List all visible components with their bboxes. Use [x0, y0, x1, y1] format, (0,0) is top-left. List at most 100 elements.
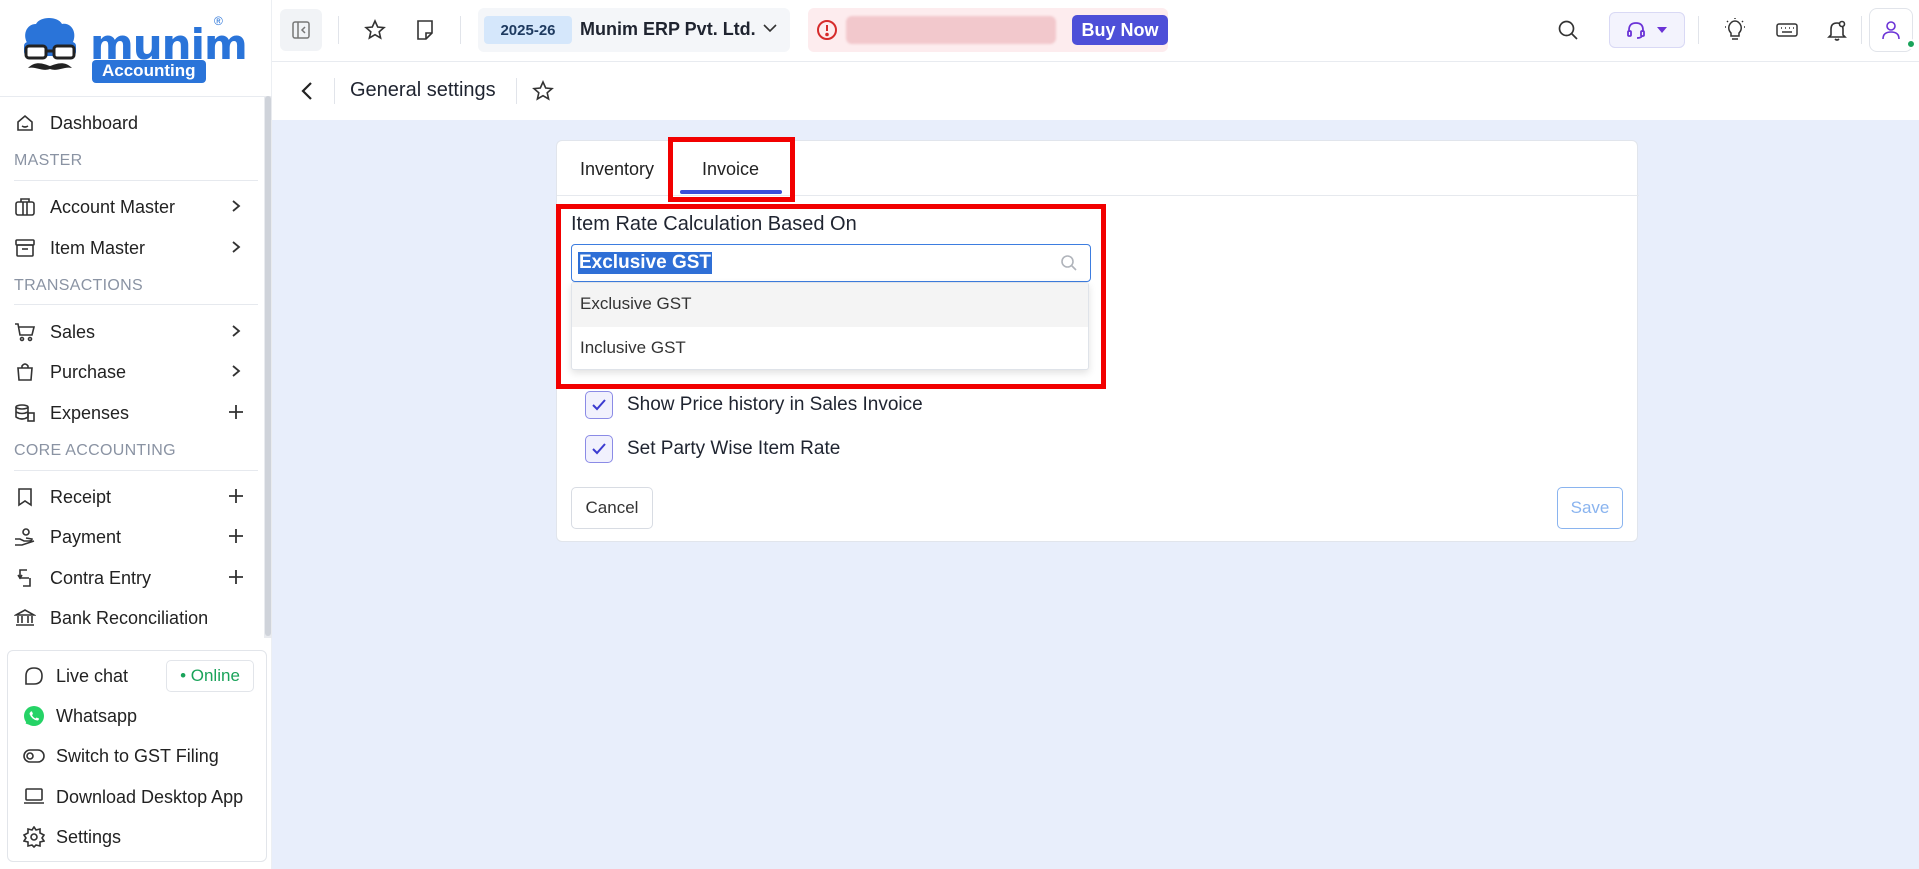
- sidebar-item-account-master[interactable]: Account Master: [14, 190, 258, 224]
- sidebar-item-label: Contra Entry: [50, 567, 152, 588]
- tab-invoice[interactable]: Invoice: [702, 159, 759, 180]
- save-button[interactable]: Save: [1557, 487, 1623, 529]
- notifications-button[interactable]: [1817, 10, 1857, 50]
- sidebar-item-receipt[interactable]: Receipt: [14, 480, 258, 514]
- search-button[interactable]: [1548, 10, 1588, 50]
- whatsapp-icon: [22, 704, 46, 728]
- sidebar-item-label: Item Master: [50, 237, 146, 258]
- whatsapp-link[interactable]: Whatsapp: [22, 701, 137, 731]
- sidebar-item-dashboard[interactable]: Dashboard: [14, 106, 258, 140]
- switch-gst-label: Switch to GST Filing: [56, 745, 219, 766]
- sidebar-item-item-master[interactable]: Item Master: [14, 231, 258, 265]
- subscription-alert: Buy Now: [808, 8, 1168, 52]
- set-party-wise-rate-checkbox-row[interactable]: Set Party Wise Item Rate: [585, 434, 840, 464]
- toolbar-separator: [1861, 16, 1862, 44]
- user-avatar-button[interactable]: [1869, 8, 1916, 52]
- registered-mark: ®: [214, 14, 223, 28]
- lightbulb-icon: [1725, 18, 1745, 40]
- section-label-core-accounting: CORE ACCOUNTING: [14, 442, 176, 459]
- plus-icon[interactable]: [226, 567, 246, 587]
- set-party-wise-rate-label: Set Party Wise Item Rate: [627, 438, 841, 459]
- live-chat-link[interactable]: Live chat: [22, 661, 128, 691]
- back-button[interactable]: [292, 76, 322, 106]
- chevron-right-icon[interactable]: [226, 237, 246, 257]
- receipt-icon: [14, 486, 36, 508]
- star-icon: [364, 19, 386, 40]
- star-icon: [532, 80, 554, 101]
- caret-down-icon: [1657, 27, 1667, 33]
- keyboard-shortcuts-button[interactable]: [1767, 10, 1807, 50]
- option-inclusive-gst[interactable]: Inclusive GST: [572, 327, 1088, 371]
- sidebar-scrollbar-thumb[interactable]: [265, 96, 271, 636]
- expenses-icon: [14, 402, 36, 424]
- tips-button[interactable]: [1715, 10, 1755, 50]
- chevron-right-icon[interactable]: [226, 321, 246, 341]
- sidebar-item-label: Expenses: [50, 402, 130, 423]
- briefcase-icon: [14, 196, 36, 218]
- support-dropdown-button[interactable]: [1609, 12, 1685, 48]
- sidebar-item-contra-entry[interactable]: Contra Entry: [14, 561, 258, 595]
- headset-icon: [1627, 22, 1645, 39]
- download-desktop-app-link[interactable]: Download Desktop App: [22, 782, 243, 812]
- toolbar-separator: [338, 16, 339, 44]
- sidebar-bottom-panel: Live chat • Online Whatsapp Switch to GS…: [7, 650, 267, 862]
- sidebar-item-label: Sales: [50, 321, 96, 342]
- settings-link[interactable]: Settings: [22, 822, 121, 852]
- sidebar-item-label: Payment: [50, 526, 122, 547]
- show-price-history-checkbox-row[interactable]: Show Price history in Sales Invoice: [585, 390, 923, 420]
- sidebar-item-label: Dashboard: [50, 112, 139, 133]
- settings-label: Settings: [56, 826, 122, 847]
- show-price-history-label: Show Price history in Sales Invoice: [627, 394, 923, 415]
- active-tab-indicator: [680, 190, 782, 194]
- buy-now-button[interactable]: Buy Now: [1072, 15, 1168, 45]
- logo-divider: [0, 96, 272, 97]
- set-party-wise-rate-checkbox[interactable]: [585, 435, 613, 463]
- selected-value: Exclusive GST: [578, 252, 713, 274]
- page-header: General settings: [272, 62, 1919, 120]
- page-title: General settings: [350, 79, 496, 101]
- chat-bubble-icon: [22, 664, 46, 688]
- search-icon: [1558, 20, 1578, 40]
- option-exclusive-gst[interactable]: Exclusive GST: [572, 283, 1088, 327]
- user-icon: [1882, 21, 1900, 40]
- home-icon: [14, 112, 36, 134]
- search-icon: [1060, 254, 1078, 277]
- switch-gst-filing-link[interactable]: Switch to GST Filing: [22, 741, 219, 771]
- favorites-button[interactable]: [355, 10, 395, 50]
- header-separator: [334, 78, 335, 104]
- chevron-right-icon[interactable]: [226, 361, 246, 381]
- notes-button[interactable]: [405, 10, 445, 50]
- toolbar-separator: [1698, 16, 1699, 44]
- plus-icon[interactable]: [226, 486, 246, 506]
- sidebar-item-label: Receipt: [50, 486, 112, 507]
- sidebar-item-purchase[interactable]: Purchase: [14, 355, 258, 389]
- sidebar-item-bank-reconciliation[interactable]: Bank Reconciliation: [14, 601, 258, 635]
- collapse-sidebar-button[interactable]: [280, 9, 322, 51]
- company-selector[interactable]: 2025-26 Munim ERP Pvt. Ltd.: [478, 8, 790, 52]
- cancel-button[interactable]: Cancel: [571, 487, 653, 529]
- show-price-history-checkbox[interactable]: [585, 391, 613, 419]
- archive-icon: [14, 237, 36, 259]
- bank-icon: [14, 607, 36, 629]
- sidebar-item-payment[interactable]: Payment: [14, 520, 258, 554]
- download-app-label: Download Desktop App: [56, 786, 244, 807]
- section-divider: [14, 304, 258, 305]
- plus-icon[interactable]: [226, 526, 246, 546]
- sidebar: munim ® Accounting Dashboard MASTER Acco…: [0, 0, 272, 869]
- add-to-favorites-button[interactable]: [528, 76, 558, 106]
- item-rate-calculation-select[interactable]: Exclusive GST: [571, 244, 1091, 282]
- gear-icon: [22, 825, 46, 849]
- sidebar-item-label: Account Master: [50, 196, 176, 217]
- alert-circle-icon: [816, 19, 838, 46]
- sidebar-item-sales[interactable]: Sales: [14, 315, 258, 349]
- section-label-master: MASTER: [14, 152, 83, 169]
- sidebar-item-expenses[interactable]: Expenses: [14, 396, 258, 430]
- online-status-dot: [1906, 39, 1916, 49]
- chevron-right-icon[interactable]: [226, 196, 246, 216]
- toggle-icon: [22, 744, 46, 768]
- company-name: Munim ERP Pvt. Ltd.: [580, 19, 756, 39]
- munim-logo[interactable]: munim ® Accounting: [18, 14, 248, 86]
- plus-icon[interactable]: [226, 402, 246, 422]
- logo-badge: Accounting: [92, 60, 206, 83]
- tab-inventory[interactable]: Inventory: [580, 159, 654, 180]
